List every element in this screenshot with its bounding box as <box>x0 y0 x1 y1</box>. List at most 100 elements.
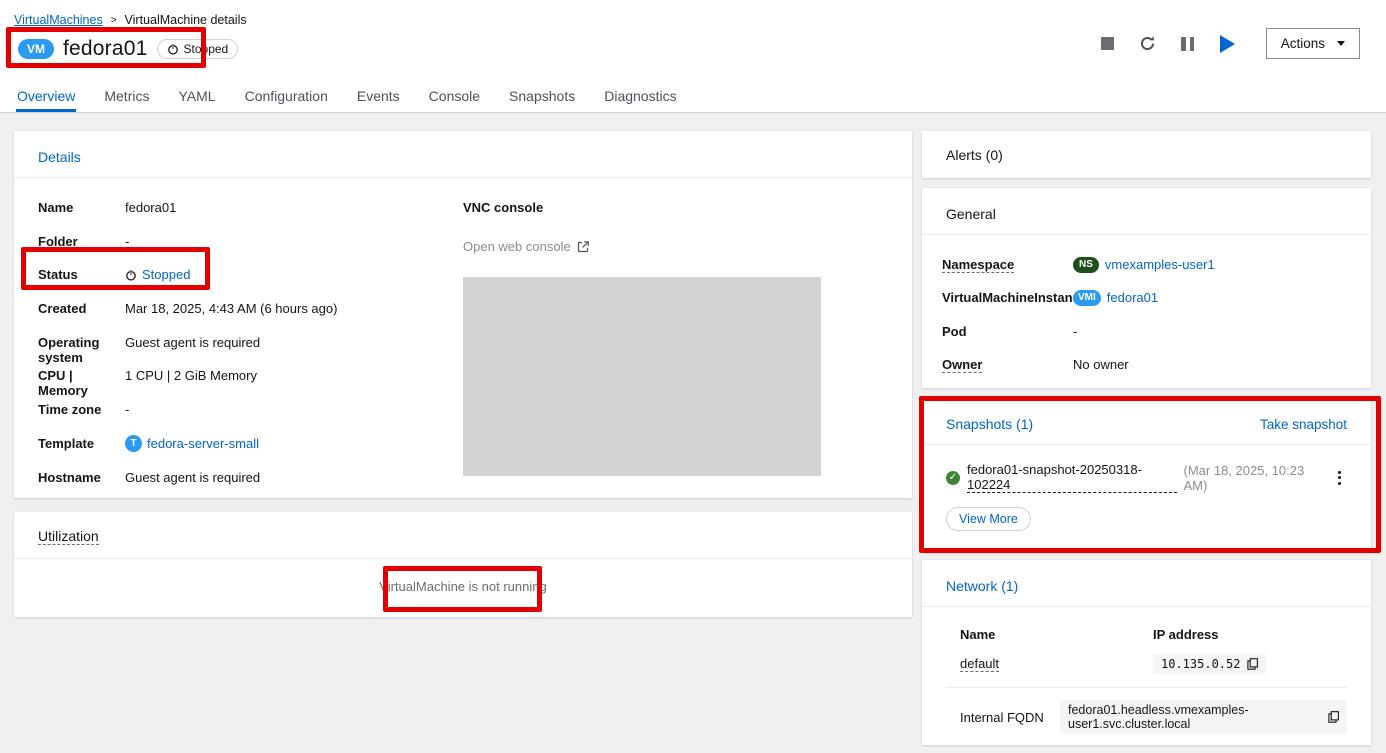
network-card: Network (1) Name IP address default 10.1… <box>922 560 1371 745</box>
snapshots-card-header: Snapshots (1) Take snapshot <box>922 398 1371 445</box>
page-header: VirtualMachines > VirtualMachine details… <box>0 0 1386 86</box>
restart-icon <box>1139 35 1156 52</box>
internal-fqdn-value: fedora01.headless.vmexamples-user1.svc.c… <box>1068 703 1321 731</box>
left-column: Details Name fedora01 Folder - Status <box>14 131 912 617</box>
detail-label-template: Template <box>38 436 125 451</box>
status-stopped-link[interactable]: Stopped <box>142 267 190 282</box>
copy-icon[interactable] <box>1328 711 1339 723</box>
detail-label-folder: Folder <box>38 234 125 249</box>
detail-label-name: Name <box>38 200 125 215</box>
utilization-card: Utilization VirtualMachine is not runnin… <box>14 512 912 617</box>
vmi-link[interactable]: fedora01 <box>1107 290 1158 305</box>
copy-icon[interactable] <box>1247 658 1258 670</box>
detail-value-cpu-memory: 1 CPU | 2 GiB Memory <box>125 368 463 383</box>
template-link[interactable]: fedora-server-small <box>147 436 259 451</box>
vm-resource-badge: VM <box>18 39 54 59</box>
snapshot-name-link[interactable]: fedora01-snapshot-20250318-102224 <box>967 462 1177 493</box>
kebab-menu-icon[interactable] <box>1332 467 1347 489</box>
details-card-title[interactable]: Details <box>38 149 81 165</box>
view-more-button[interactable]: View More <box>946 507 1031 531</box>
details-card-body: Name fedora01 Folder - Status Stopped Cr… <box>14 178 912 503</box>
tab-diagnostics[interactable]: Diagnostics <box>603 86 677 112</box>
utilization-card-header: Utilization <box>14 512 912 559</box>
general-label-vmi: VirtualMachineInstance <box>942 290 1073 305</box>
network-col-name: Name <box>960 621 1153 650</box>
pause-icon <box>1181 37 1194 51</box>
general-label-pod: Pod <box>942 324 1073 339</box>
detail-value-folder: - <box>125 234 463 249</box>
tab-events[interactable]: Events <box>356 86 401 112</box>
breadcrumb-current: VirtualMachine details <box>125 13 247 27</box>
general-label-namespace: Namespace <box>942 257 1073 272</box>
network-col-ip: IP address <box>1153 621 1347 650</box>
tab-console[interactable]: Console <box>428 86 481 112</box>
network-row-ip: 10.135.0.52 <box>1153 650 1347 684</box>
network-name-link[interactable]: default <box>960 656 999 672</box>
ip-address-value: 10.135.0.52 <box>1161 657 1240 671</box>
breadcrumb: VirtualMachines > VirtualMachine details <box>14 13 1370 27</box>
tab-metrics[interactable]: Metrics <box>103 86 150 112</box>
vnc-screen-placeholder[interactable] <box>463 277 821 476</box>
detail-value-name: fedora01 <box>125 200 463 215</box>
external-link-icon <box>577 241 589 253</box>
details-card-header: Details <box>14 131 912 178</box>
namespace-link[interactable]: vmexamples-user1 <box>1105 257 1215 272</box>
detail-value-status: Stopped <box>125 267 463 282</box>
alerts-card[interactable]: Alerts (0) <box>922 131 1371 178</box>
tab-yaml[interactable]: YAML <box>177 86 216 112</box>
general-label-owner: Owner <box>942 357 1073 372</box>
network-row-name: default <box>960 650 1153 684</box>
vm-action-toolbar: Actions <box>1088 28 1360 59</box>
detail-label-cpu-memory: CPU | Memory <box>38 368 125 398</box>
tab-snapshots[interactable]: Snapshots <box>508 86 576 112</box>
detail-value-hostname: Guest agent is required <box>125 470 463 485</box>
snapshots-card-title[interactable]: Snapshots (1) <box>946 416 1033 432</box>
general-card-header: General <box>922 188 1371 235</box>
detail-value-created: Mar 18, 2025, 4:43 AM (6 hours ago) <box>125 301 463 316</box>
tab-configuration[interactable]: Configuration <box>244 86 329 112</box>
start-button[interactable] <box>1208 29 1248 59</box>
utilization-card-body: VirtualMachine is not running <box>14 559 912 614</box>
status-badge-label: Stopped <box>184 42 229 56</box>
vnc-console-title: VNC console <box>463 200 888 215</box>
general-list: Namespace NS vmexamples-user1 VirtualMac… <box>922 235 1371 391</box>
network-card-header: Network (1) <box>922 560 1371 607</box>
vm-not-running-message: VirtualMachine is not running <box>365 567 560 606</box>
snapshot-ready-icon: ✓ <box>946 471 960 485</box>
open-web-console-link[interactable]: Open web console <box>463 239 888 254</box>
general-value-owner: No owner <box>1073 357 1347 372</box>
general-card-title: General <box>946 206 996 222</box>
network-card-title[interactable]: Network (1) <box>946 578 1018 594</box>
network-table: Name IP address default 10.135.0.52 <box>960 621 1347 684</box>
namespace-badge-icon: NS <box>1073 257 1099 273</box>
pause-button[interactable] <box>1168 29 1208 59</box>
detail-label-os: Operating system <box>38 335 125 365</box>
internal-fqdn-chip: fedora01.headless.vmexamples-user1.svc.c… <box>1060 700 1347 734</box>
utilization-card-title: Utilization <box>38 528 99 545</box>
detail-label-created: Created <box>38 301 125 316</box>
detail-label-timezone: Time zone <box>38 402 125 417</box>
restart-button[interactable] <box>1128 29 1168 59</box>
snapshot-timestamp: (Mar 18, 2025, 10:23 AM) <box>1184 463 1325 493</box>
template-badge-icon: T <box>125 435 142 452</box>
network-card-body: Name IP address default 10.135.0.52 <box>922 607 1371 734</box>
tab-overview[interactable]: Overview <box>16 86 76 112</box>
detail-label-hostname: Hostname <box>38 470 125 485</box>
page-title: fedora01 <box>63 37 148 61</box>
alerts-card-title: Alerts (0) <box>946 147 1003 163</box>
details-list: Name fedora01 Folder - Status Stopped Cr… <box>38 200 463 503</box>
general-value-namespace: NS vmexamples-user1 <box>1073 257 1347 273</box>
breadcrumb-virtualmachines-link[interactable]: VirtualMachines <box>14 13 103 27</box>
overview-content: Details Name fedora01 Folder - Status <box>0 113 1386 745</box>
detail-value-timezone: - <box>125 402 463 417</box>
details-card: Details Name fedora01 Folder - Status <box>14 131 912 498</box>
power-off-icon <box>167 43 179 55</box>
internal-fqdn-label: Internal FQDN <box>960 710 1060 725</box>
actions-dropdown-button[interactable]: Actions <box>1266 28 1360 59</box>
snapshots-card: Snapshots (1) Take snapshot ✓ fedora01-s… <box>922 398 1371 552</box>
power-off-icon <box>125 269 137 281</box>
stop-button[interactable] <box>1088 29 1128 59</box>
detail-value-os: Guest agent is required <box>125 335 463 350</box>
take-snapshot-link[interactable]: Take snapshot <box>1260 417 1347 432</box>
chevron-down-icon <box>1337 41 1345 46</box>
